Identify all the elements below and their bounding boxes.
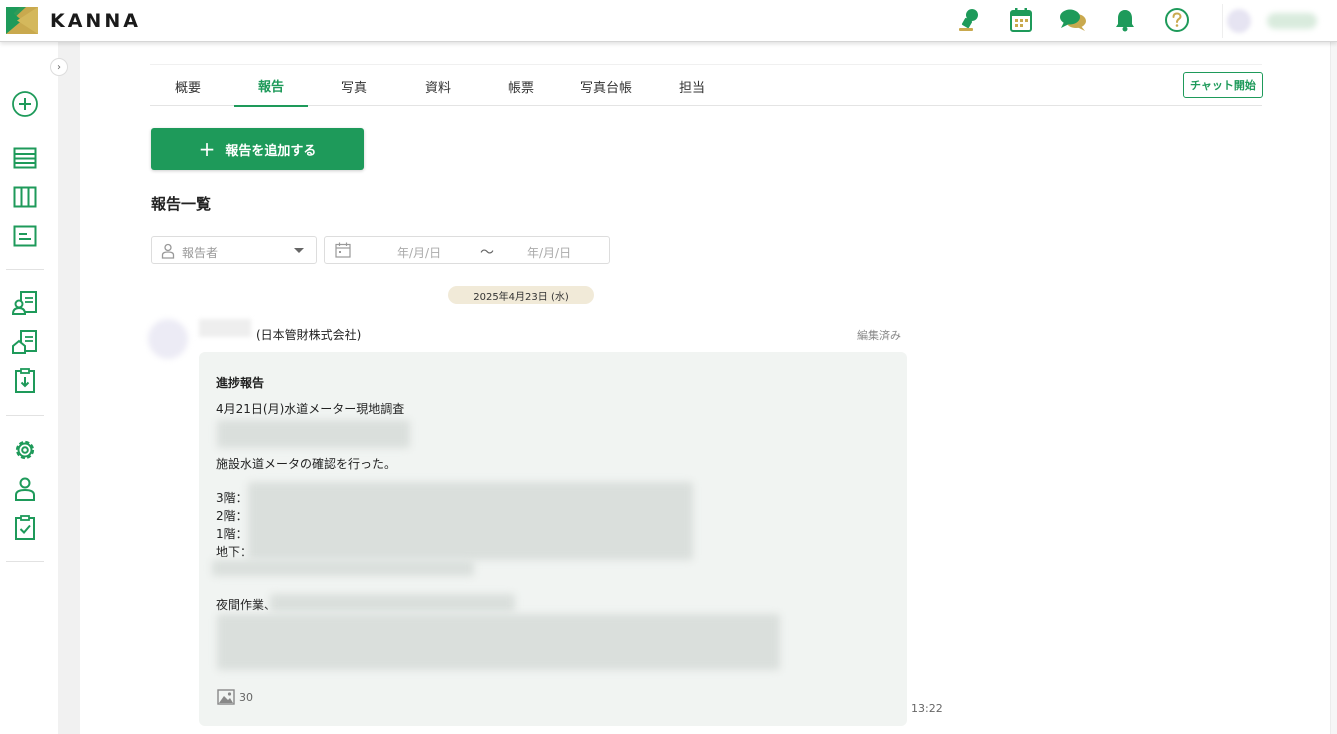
- report-list-title: 報告一覧: [151, 195, 212, 213]
- board-icon[interactable]: [11, 183, 39, 211]
- sidebar-expand-button[interactable]: ›: [50, 58, 68, 76]
- user-menu[interactable]: [1222, 4, 1322, 38]
- redacted-text: [212, 560, 474, 576]
- kanna-logo-mark-icon: [6, 7, 38, 34]
- add-report-button[interactable]: + 報告を追加する: [151, 128, 364, 170]
- date-to-input[interactable]: 年/月/日: [527, 244, 571, 261]
- report-title: 進捗報告: [216, 376, 265, 390]
- form-icon[interactable]: [11, 222, 39, 250]
- sidebar-divider: [6, 415, 44, 416]
- list-icon[interactable]: [11, 144, 39, 172]
- bell-icon[interactable]: [1111, 6, 1139, 34]
- brand-name: KANNA: [50, 9, 141, 32]
- report-line-basement: 地下：: [216, 545, 253, 559]
- post-timestamp: 13:22: [911, 702, 943, 715]
- author-name-redacted: [199, 319, 251, 337]
- add-report-label: 報告を追加する: [225, 143, 317, 159]
- report-line-floor2: 2階：: [216, 509, 248, 523]
- gear-icon[interactable]: [11, 436, 39, 464]
- tab-photo-ledger[interactable]: 写真台帳: [568, 65, 644, 107]
- redacted-text: [217, 614, 780, 670]
- photo-attachment-count[interactable]: 30: [217, 689, 253, 705]
- report-line: 4月21日(月)水道メーター現地調査: [216, 402, 405, 416]
- report-line-floor3: 3階：: [216, 491, 248, 505]
- property-list-icon[interactable]: [11, 328, 39, 356]
- redacted-text: [217, 420, 410, 448]
- report-line-floor1: 1階：: [216, 527, 248, 541]
- tab-photos[interactable]: 写真: [316, 65, 392, 107]
- tab-assignees[interactable]: 担当: [654, 65, 730, 107]
- plus-icon: +: [198, 137, 216, 161]
- calendar-icon[interactable]: [1007, 6, 1035, 34]
- download-clipboard-icon[interactable]: [11, 367, 39, 395]
- date-divider-badge: 2025年4月23日 (水): [448, 286, 594, 304]
- reporter-filter-placeholder: 報告者: [182, 246, 219, 260]
- report-line-night-work: 夜間作業、: [216, 598, 277, 612]
- date-from-input[interactable]: 年/月/日: [397, 244, 441, 261]
- top-bar: KANNA: [0, 0, 1337, 42]
- redacted-text: [248, 482, 693, 560]
- tab-forms[interactable]: 帳票: [483, 65, 559, 107]
- help-icon[interactable]: [1163, 6, 1191, 34]
- tab-documents[interactable]: 資料: [400, 65, 476, 107]
- check-clipboard-icon[interactable]: [11, 514, 39, 542]
- tab-overview[interactable]: 概要: [150, 65, 226, 107]
- scrollbar[interactable]: [1330, 42, 1337, 734]
- author-avatar: [148, 319, 188, 359]
- reporter-filter-select[interactable]: 報告者: [151, 236, 317, 264]
- redacted-text: [270, 594, 515, 612]
- top-icons: [955, 6, 1191, 34]
- chevron-right-icon: ›: [57, 61, 61, 73]
- user-avatar: [1227, 9, 1251, 33]
- image-icon: [217, 689, 235, 705]
- user-icon[interactable]: [11, 475, 39, 503]
- chevron-down-icon: [294, 248, 304, 253]
- date-range-separator: 〜: [480, 245, 494, 261]
- edited-label: 編集済み: [857, 329, 901, 342]
- stamp-icon[interactable]: [955, 6, 983, 34]
- start-chat-button[interactable]: チャット開始: [1183, 72, 1263, 98]
- author-organization: (日本管財株式会社): [256, 328, 362, 342]
- add-circle-icon[interactable]: [11, 90, 39, 118]
- customer-list-icon[interactable]: [11, 289, 39, 317]
- date-range-filter[interactable]: 年/月/日 〜 年/月/日: [324, 236, 610, 264]
- person-icon: [161, 243, 175, 263]
- sidebar-divider: [6, 269, 44, 270]
- sidebar-divider: [6, 561, 44, 562]
- photo-count-value: 30: [239, 690, 253, 704]
- user-name-redacted: [1267, 13, 1317, 29]
- sidebar: [0, 42, 58, 734]
- kanna-logo[interactable]: KANNA: [6, 7, 141, 34]
- calendar-small-icon: [335, 242, 351, 262]
- tab-reports[interactable]: 報告: [234, 65, 308, 107]
- tab-bar: 概要 報告 写真 資料 帳票 写真台帳 担当: [150, 64, 1262, 107]
- report-line: 施設水道メータの確認を行った。: [216, 457, 397, 471]
- sidebar-gutter: [58, 42, 80, 734]
- chat-icon[interactable]: [1059, 6, 1087, 34]
